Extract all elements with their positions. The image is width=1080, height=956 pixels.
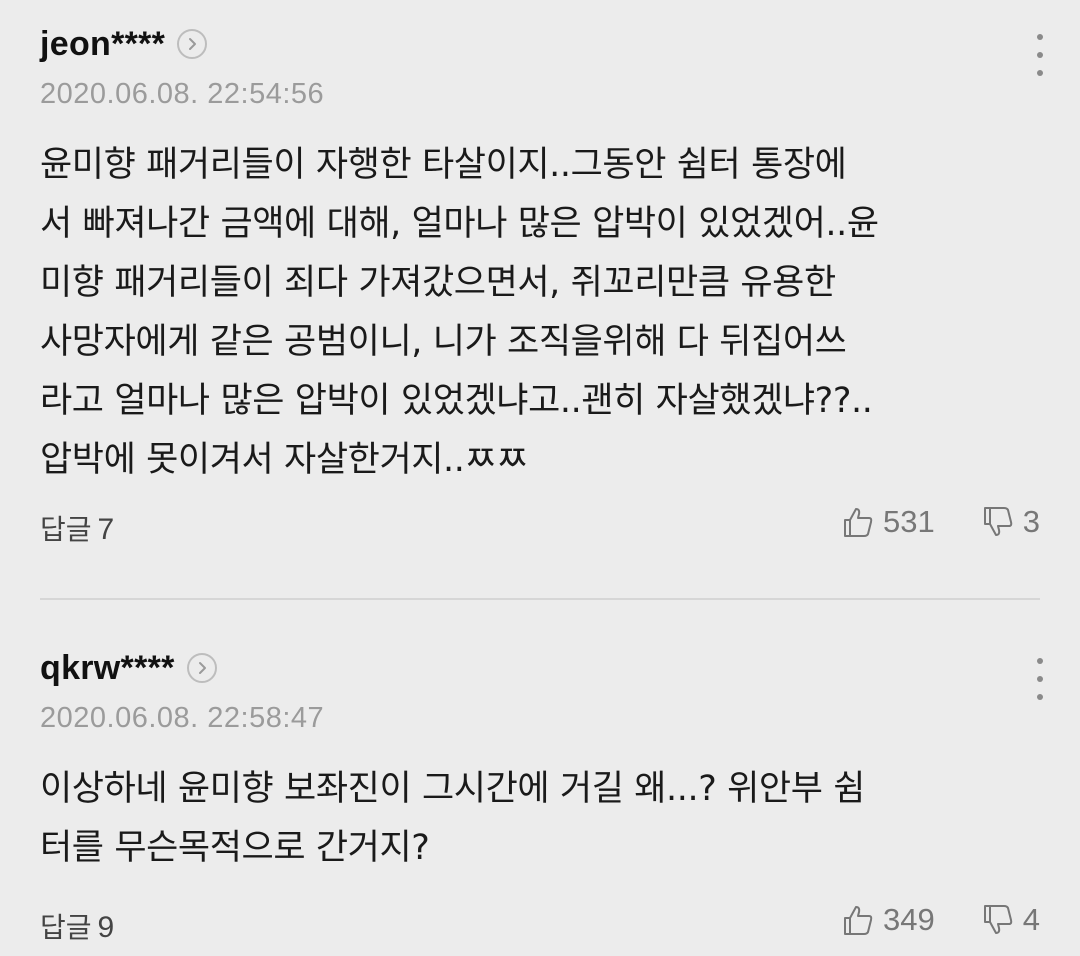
comment-item: qkrw**** 2020.06.08. 22:58:47 이상하네 윤미향 보…: [0, 600, 1080, 956]
comment-body: 윤미향 패거리들이 자행한 타살이지..그동안 쉼터 통장에 서 빠져나간 금액…: [40, 145, 879, 480]
thumbs-up-icon: [844, 508, 873, 537]
thumbs-up-icon: [844, 906, 873, 935]
dislike-button[interactable]: 3: [981, 504, 1040, 540]
dislike-count: 4: [1022, 902, 1040, 937]
reply-button[interactable]: 답글 9: [40, 906, 114, 946]
like-count: 349: [883, 902, 935, 937]
author-row[interactable]: jeon****: [40, 22, 208, 66]
comment-date: 2020.06.08. 22:58:47: [40, 702, 325, 734]
author-name[interactable]: jeon****: [40, 25, 165, 64]
reply-count: 7: [97, 513, 115, 546]
like-button[interactable]: 531: [841, 504, 935, 540]
more-vertical-icon[interactable]: [1030, 34, 1050, 76]
chevron-right-circle-icon[interactable]: [177, 29, 208, 59]
vote-group: 531 3: [841, 504, 1040, 540]
comment-item: jeon**** 2020.06.08. 22:54:56 윤미향 패거리들이 …: [0, 0, 1080, 596]
like-button[interactable]: 349: [841, 902, 935, 938]
dislike-button[interactable]: 4: [981, 902, 1040, 938]
comment-body: 이상하네 윤미향 보좌진이 그시간에 거길 왜...? 위안부 쉼 터를 무슨목…: [40, 769, 866, 868]
more-vertical-icon[interactable]: [1030, 658, 1050, 700]
vote-group: 349 4: [841, 902, 1040, 938]
thumbs-down-icon: [983, 905, 1012, 934]
author-name[interactable]: qkrw****: [40, 649, 175, 688]
thumbs-down-icon: [983, 507, 1012, 536]
like-count: 531: [883, 504, 935, 539]
author-row[interactable]: qkrw****: [40, 646, 217, 690]
reply-label: 답글: [40, 911, 92, 944]
comment-date: 2020.06.08. 22:54:56: [40, 78, 325, 110]
reply-button[interactable]: 답글 7: [40, 508, 114, 548]
reply-count: 9: [97, 911, 115, 944]
reply-label: 답글: [40, 513, 92, 546]
dislike-count: 3: [1022, 504, 1040, 539]
chevron-right-circle-icon[interactable]: [186, 653, 217, 683]
